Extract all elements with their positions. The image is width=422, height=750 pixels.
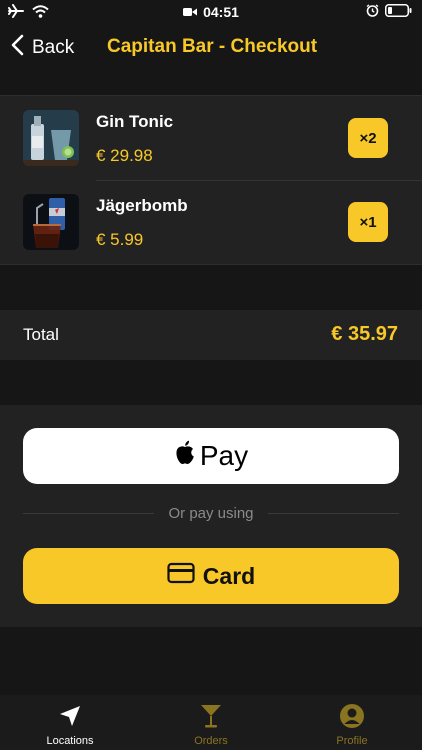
back-button[interactable]: Back	[10, 34, 74, 62]
tab-locations[interactable]: Locations	[0, 695, 140, 750]
tab-profile[interactable]: Profile	[282, 695, 422, 750]
tab-label: Locations	[46, 735, 94, 747]
apple-pay-label: Pay	[199, 440, 249, 471]
alarm-icon	[366, 4, 379, 22]
payment-section: Pay Or pay using Card	[0, 405, 422, 627]
apple-logo-icon	[174, 440, 196, 473]
cart-item-name: Gin Tonic	[96, 112, 174, 131]
cart-item-price: € 5.99	[96, 230, 144, 249]
quantity-badge[interactable]: ×1	[348, 202, 388, 242]
tab-label: Profile	[336, 735, 368, 747]
payment-separator: Or pay using	[23, 505, 400, 522]
status-bar: 04:51	[0, 0, 422, 26]
card-label: Card	[202, 562, 256, 589]
total-label: Total	[23, 325, 59, 344]
cart-item-list: Gin Tonic € 29.98 ×2 Jägerbomb € 5.99 ×1	[0, 95, 422, 265]
gin-tonic-image	[23, 110, 79, 166]
cocktail-glass-icon	[199, 703, 223, 729]
total-row: Total € 35.97	[0, 310, 422, 360]
tab-bar: Locations Orders Profile	[0, 695, 422, 750]
cart-item[interactable]: Jägerbomb € 5.99 ×1	[0, 180, 422, 264]
chevron-left-icon	[10, 34, 24, 62]
cart-item[interactable]: Gin Tonic € 29.98 ×2	[0, 96, 422, 180]
location-arrow-icon	[58, 703, 82, 729]
divider	[267, 513, 400, 514]
cart-item-name: Jägerbomb	[96, 196, 188, 215]
status-time: 04:51	[203, 4, 239, 20]
apple-pay-button[interactable]: Pay	[23, 428, 399, 484]
divider	[23, 513, 155, 514]
back-label: Back	[32, 37, 75, 58]
tab-label: Orders	[194, 735, 228, 747]
page-title: Capitan Bar - Checkout	[107, 36, 318, 57]
battery-icon	[385, 4, 412, 22]
quantity-badge[interactable]: ×2	[348, 118, 388, 158]
credit-card-icon	[167, 562, 195, 590]
jagerbomb-image	[23, 194, 79, 250]
separator-text: Or pay using	[168, 505, 254, 522]
tab-orders[interactable]: Orders	[141, 695, 281, 750]
navigation-bar: Back Capitan Bar - Checkout	[0, 26, 422, 70]
total-value: € 35.97	[331, 323, 398, 345]
card-pay-button[interactable]: Card	[23, 548, 399, 604]
cart-item-price: € 29.98	[96, 146, 153, 165]
profile-icon	[339, 703, 365, 729]
video-camera-icon	[183, 4, 198, 20]
